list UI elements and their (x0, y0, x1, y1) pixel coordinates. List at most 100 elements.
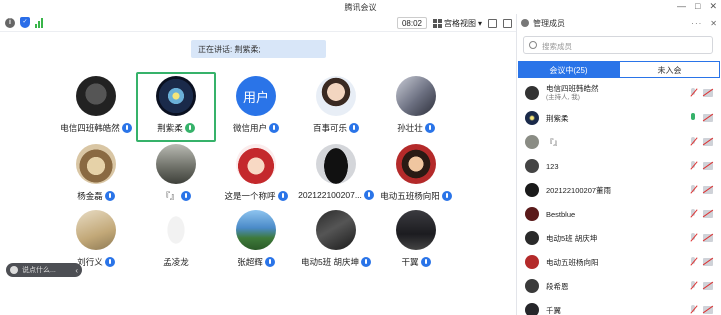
participant-tile[interactable]: 202122100207... (296, 140, 376, 210)
member-row[interactable]: 『』 (517, 130, 721, 154)
mic-icon (264, 256, 275, 267)
chat-placeholder: 说点什么... (22, 267, 56, 274)
participant-tile[interactable]: 孟凌龙 (136, 206, 216, 276)
member-avatar (525, 303, 539, 315)
mic-muted-icon[interactable] (689, 185, 697, 195)
member-row[interactable]: 202122100207董雨 (517, 178, 721, 202)
participant-avatar (236, 210, 276, 250)
participant-avatar (316, 210, 356, 250)
participant-avatar (76, 76, 116, 116)
more-options-icon[interactable]: ··· (691, 19, 702, 28)
participant-avatar (396, 76, 436, 116)
member-row[interactable]: 123 (517, 154, 721, 178)
participant-tile[interactable]: 『』 (136, 140, 216, 210)
member-row[interactable]: 荆紫柔 (517, 106, 721, 130)
participant-tile[interactable]: 电动五班杨向阳 (376, 140, 456, 210)
participant-name: 孟凌龙 (163, 257, 189, 267)
mic-muted-icon[interactable] (689, 209, 697, 219)
camera-off-icon[interactable] (703, 89, 713, 97)
mic-icon (180, 190, 191, 201)
member-list: 电信四班韩皓然 (主持人, 我) 荆紫柔 『』 123 202122100207董… (517, 80, 721, 315)
member-name: 电动五班杨向阳 (546, 257, 599, 267)
participant-tile[interactable]: 杨金磊 (56, 140, 136, 210)
close-icon[interactable]: ✕ (709, 1, 717, 12)
participant-tile[interactable]: 孙壮壮 (376, 72, 456, 142)
participant-tile[interactable]: 电信四班韩皓然 (56, 72, 136, 142)
member-name: 『』 (546, 137, 561, 147)
member-avatar (525, 86, 539, 100)
camera-off-icon[interactable] (703, 162, 713, 170)
member-avatar (525, 183, 539, 197)
search-placeholder: 搜索成员 (542, 42, 572, 51)
mic-muted-icon[interactable] (689, 88, 697, 98)
camera-off-icon[interactable] (703, 186, 713, 194)
member-row[interactable]: 电动五班杨向阳 (517, 250, 721, 274)
search-icon (529, 41, 537, 49)
member-row[interactable]: 段希恩 (517, 274, 721, 298)
tab-in-meeting[interactable]: 会议中(25) (518, 61, 619, 78)
close-panel-icon[interactable]: ✕ (710, 19, 717, 28)
camera-off-icon[interactable] (703, 282, 713, 290)
mic-muted-icon[interactable] (689, 281, 697, 291)
member-name: 电信四班韩皓然 (546, 84, 599, 93)
camera-off-icon[interactable] (703, 258, 713, 266)
member-avatar (525, 159, 539, 173)
member-row[interactable]: 电信四班韩皓然 (主持人, 我) (517, 80, 721, 106)
chat-input-pill[interactable]: 说点什么... ‹ (6, 263, 82, 277)
member-name: Bestblue (546, 209, 576, 219)
mic-muted-icon[interactable] (689, 137, 697, 147)
participant-tile-active[interactable]: 荆紫柔 (136, 72, 216, 142)
camera-off-icon[interactable] (703, 234, 713, 242)
participant-name: 孙壮壮 (397, 123, 423, 133)
participant-name: 『』 (161, 191, 179, 201)
participant-avatar (396, 210, 436, 250)
member-row[interactable]: 千翼 (517, 298, 721, 315)
participant-tile[interactable]: 张超辉 (216, 206, 296, 276)
member-name: 电动5班 胡庆坤 (546, 233, 598, 243)
mic-icon (269, 122, 279, 133)
participant-tile[interactable]: 这是一个称呼 (216, 140, 296, 210)
member-name: 123 (546, 161, 559, 171)
mic-active-icon (184, 122, 195, 133)
tab-not-joined[interactable]: 未入会 (619, 61, 720, 78)
member-name: 段希恩 (546, 281, 569, 291)
participant-avatar (316, 76, 356, 116)
participant-tile[interactable]: 电动5班 胡庆坤 (296, 206, 376, 276)
member-tabs: 会议中(25) 未入会 (518, 61, 720, 78)
mic-icon (104, 190, 115, 201)
participant-tile[interactable]: 干翼 (376, 206, 456, 276)
participant-name: 荆紫柔 (157, 123, 183, 133)
mic-muted-icon[interactable] (689, 233, 697, 243)
participant-tile[interactable]: 百事可乐 (296, 72, 376, 142)
participant-avatar (76, 210, 116, 250)
participant-avatar (316, 144, 356, 184)
member-search-input[interactable]: 搜索成员 (523, 36, 713, 54)
camera-off-icon[interactable] (703, 138, 713, 146)
mic-muted-icon[interactable] (689, 305, 697, 315)
participant-name: 电信四班韩皓然 (60, 123, 120, 133)
mic-icon (441, 190, 452, 201)
mic-on-icon[interactable] (689, 113, 697, 123)
mic-muted-icon[interactable] (689, 257, 697, 267)
mic-muted-icon[interactable] (689, 161, 697, 171)
participant-name: 干翼 (401, 257, 419, 267)
camera-off-icon[interactable] (703, 306, 713, 314)
participant-avatar (156, 76, 196, 116)
member-row[interactable]: Bestblue (517, 202, 721, 226)
maximize-icon[interactable]: □ (695, 1, 700, 12)
participant-name: 百事可乐 (312, 123, 347, 133)
mic-icon (424, 122, 435, 133)
participant-name: 202122100207... (298, 190, 362, 200)
minimize-icon[interactable]: — (677, 1, 686, 12)
participant-tile[interactable]: 用户 微信用户 (216, 72, 296, 142)
participant-name: 这是一个称呼 (224, 191, 276, 201)
panel-header: 管理成员 ··· ✕ (521, 16, 717, 30)
emoji-icon[interactable] (10, 266, 18, 274)
camera-off-icon[interactable] (703, 210, 713, 218)
camera-off-icon[interactable] (703, 114, 713, 122)
member-row[interactable]: 电动5班 胡庆坤 (517, 226, 721, 250)
chevron-left-icon[interactable]: ‹ (75, 266, 78, 275)
member-avatar (525, 111, 539, 125)
participant-avatar (76, 144, 116, 184)
member-avatar (525, 255, 539, 269)
